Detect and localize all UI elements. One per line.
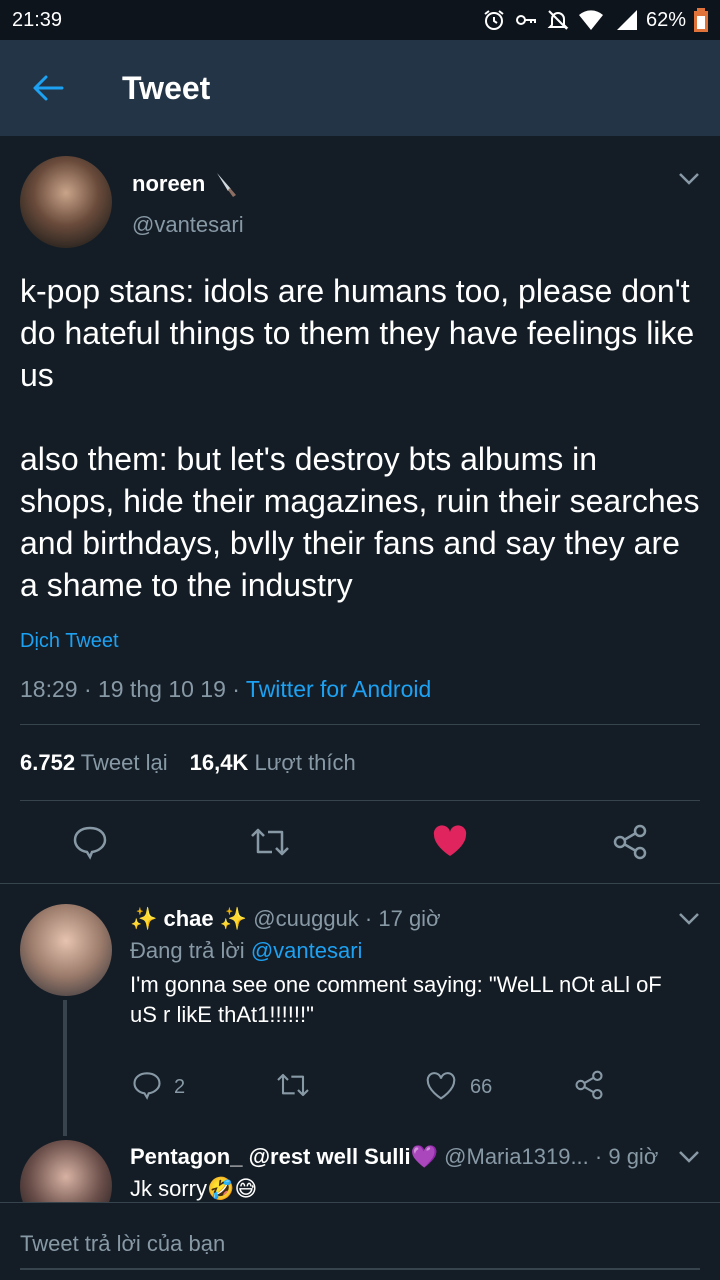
chevron-down-icon[interactable] [678, 1150, 700, 1164]
status-bar: 21:39 62% [0, 0, 720, 40]
avatar[interactable] [20, 156, 112, 248]
reply-composer[interactable]: Tweet trả lời của bạn [0, 1202, 720, 1280]
retweet-icon[interactable] [276, 1070, 310, 1100]
replying-to-label: Đang trả lời [130, 938, 251, 963]
mute-bell-icon [547, 10, 569, 30]
signal-icon [616, 10, 637, 30]
divider [20, 724, 700, 725]
tweet-timestamp: 18:29 · 19 thg 10 19 · [20, 676, 246, 702]
comment-icon [73, 826, 107, 860]
back-button[interactable] [0, 40, 96, 136]
page-title: Tweet [122, 69, 211, 106]
likes-stat[interactable]: 16,4K Lượt thích [190, 750, 356, 776]
replying-to-handle[interactable]: @vantesari [251, 938, 363, 963]
thread-line [63, 1000, 67, 1136]
heart-filled-icon [433, 825, 467, 856]
share-icon[interactable] [574, 1070, 604, 1100]
chevron-down-icon[interactable] [678, 912, 700, 926]
reply-author-name[interactable]: ✨ chae ✨ [130, 906, 247, 931]
reply-item[interactable]: Pentagon_ @rest well Sulli💜 @Maria1319..… [0, 1140, 720, 1202]
reply-author-handle: @Maria1319... [444, 1144, 589, 1169]
translate-tweet-link[interactable]: Dịch Tweet [20, 630, 119, 653]
arrow-left-icon [33, 75, 64, 101]
wifi-icon [578, 10, 603, 30]
key-icon [515, 15, 536, 25]
app-bar: Tweet [0, 40, 720, 136]
divider [0, 883, 720, 884]
retweets-stat[interactable]: 6.752 Tweet lại [20, 750, 168, 776]
tweet-actions [0, 818, 720, 882]
reply-input-placeholder[interactable]: Tweet trả lời của bạn [20, 1231, 225, 1257]
reply-count: 2 [174, 1076, 186, 1098]
comment-icon[interactable] [132, 1070, 162, 1100]
share-button[interactable] [612, 824, 648, 865]
share-icon [613, 824, 647, 860]
reply-text: I'm gonna see one comment saying: "WeLL … [130, 972, 662, 1027]
reply-time: · 9 giờ [594, 1144, 659, 1169]
chevron-down-icon[interactable] [678, 172, 700, 186]
retweet-icon [251, 828, 289, 856]
tweet-source-link[interactable]: Twitter for Android [246, 676, 431, 702]
reply-author-name[interactable]: Pentagon_ @rest well Sulli💜 [130, 1144, 438, 1169]
reply-time: · 17 giờ [364, 906, 441, 931]
input-underline [20, 1268, 700, 1270]
reply-text: Jk sorry🤣😅 [130, 1176, 258, 1201]
avatar[interactable] [20, 904, 112, 996]
battery-text: 62% [645, 8, 686, 31]
reply-like-count: 66 [470, 1076, 493, 1098]
author-handle[interactable]: @vantesari [132, 212, 244, 238]
tweet-meta: 18:29 · 19 thg 10 19 · Twitter for Andro… [20, 676, 431, 703]
avatar[interactable] [20, 1140, 112, 1202]
battery-icon [694, 8, 708, 32]
tweet-text: k-pop stans: idols are humans too, pleas… [20, 273, 700, 603]
alarm-icon [484, 10, 504, 30]
reply-author-handle: @cuugguk [253, 906, 359, 931]
heart-icon[interactable] [426, 1072, 456, 1100]
status-time: 21:39 [12, 8, 63, 31]
retweet-button[interactable] [250, 824, 290, 865]
author-name[interactable]: noreen [132, 171, 205, 197]
like-button[interactable] [432, 824, 468, 863]
divider [20, 800, 700, 801]
reply-button[interactable] [72, 824, 108, 865]
tweet-stats: 6.752 Tweet lại 16,4K Lượt thích [20, 750, 356, 776]
knife-emoji-icon [217, 173, 237, 197]
